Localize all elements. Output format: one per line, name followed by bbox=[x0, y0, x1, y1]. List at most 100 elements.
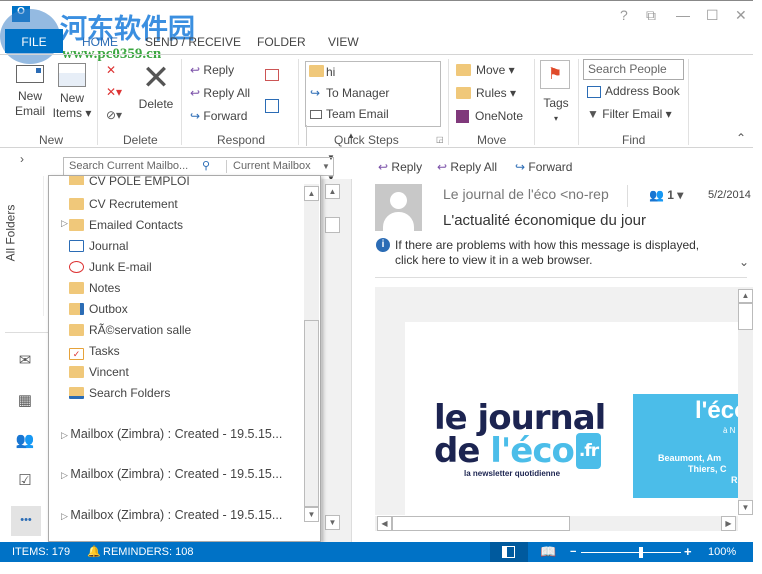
chevron-down-icon[interactable]: ▼ bbox=[322, 158, 330, 175]
expand-header-icon[interactable]: ⌄ bbox=[739, 255, 749, 269]
folder-item[interactable]: Notes bbox=[69, 278, 120, 298]
more-respond-icon[interactable] bbox=[265, 99, 279, 113]
status-bar: ITEMS: 179 🔔 REMINDERS: 108 📖 − + 100% bbox=[0, 542, 753, 562]
scroll-up-button[interactable]: ▲ bbox=[325, 184, 340, 199]
normal-view-button[interactable] bbox=[490, 542, 528, 562]
help-button[interactable]: ? bbox=[620, 7, 628, 23]
minimize-button[interactable]: — bbox=[676, 7, 690, 23]
scroll-up-button[interactable]: ▲ bbox=[304, 186, 319, 201]
journal-icon bbox=[69, 240, 84, 252]
scrollbar-thumb[interactable] bbox=[304, 320, 319, 507]
tasks-icon[interactable]: ☑ bbox=[14, 471, 36, 489]
scrollbar-thumb[interactable] bbox=[392, 516, 570, 531]
reply-button[interactable]: ↩ Reply bbox=[378, 160, 422, 174]
outlook-window: O 河东软件园 www.pc0359.cn ? ⧉ — ☐ ✕ FILE HOM… bbox=[0, 0, 753, 562]
reply-all-button[interactable]: ↩ Reply All bbox=[437, 160, 497, 174]
folder-scrollbar[interactable]: ▲ ▼ bbox=[304, 184, 319, 522]
cleanup-icon[interactable]: ✕▾ bbox=[106, 85, 122, 99]
reminders-count[interactable]: REMINDERS: 108 bbox=[103, 542, 193, 562]
meeting-reply-icon[interactable] bbox=[265, 69, 279, 81]
folder-item[interactable]: Junk E-mail bbox=[69, 257, 152, 277]
rules-button[interactable]: Rules ▾ bbox=[456, 86, 516, 100]
mailbox-item[interactable]: ▷ Mailbox (Zimbra) : Created - 19.5.15..… bbox=[61, 427, 282, 441]
zoom-slider[interactable] bbox=[581, 552, 681, 553]
zoom-in-button[interactable]: + bbox=[684, 542, 692, 562]
collapse-ribbon-icon[interactable]: ⌃ bbox=[736, 131, 746, 145]
reading-view-icon[interactable]: 📖 bbox=[540, 542, 556, 562]
folder-item[interactable]: RÃ©servation salle bbox=[69, 320, 191, 340]
zoom-out-button[interactable]: − bbox=[570, 542, 576, 562]
new-items-button[interactable]: New Items ▾ bbox=[52, 63, 92, 121]
scroll-right-button[interactable]: ▶ bbox=[721, 516, 736, 531]
tab-home[interactable]: HOME bbox=[82, 35, 118, 49]
folder-item[interactable]: Emailed Contacts bbox=[69, 215, 183, 235]
people-count-button[interactable]: 👥 1 ▾ bbox=[649, 188, 683, 202]
search-people-input[interactable]: Search People bbox=[583, 59, 684, 80]
tags-button[interactable]: ⚑ Tags ▾ bbox=[540, 60, 572, 126]
scroll-down-button[interactable]: ▼ bbox=[325, 515, 340, 530]
tab-file[interactable]: FILE bbox=[5, 29, 63, 53]
new-email-button[interactable]: New Email bbox=[10, 65, 50, 119]
newsletter-tagline: la newsletter quotidienne bbox=[464, 469, 561, 478]
zoom-level[interactable]: 100% bbox=[708, 542, 736, 562]
mailbox-item[interactable]: ▷ Mailbox (Zimbra) : Created - 19.5.15..… bbox=[61, 467, 282, 481]
reply-button[interactable]: ↩ Reply bbox=[190, 63, 234, 77]
folder-item[interactable]: CV POLE EMPLOI bbox=[69, 176, 190, 185]
people-icon[interactable]: 👥 bbox=[14, 431, 36, 449]
body-vertical-scrollbar[interactable]: ▲ ▼ bbox=[738, 287, 753, 515]
expand-icon[interactable]: ▷ bbox=[61, 218, 68, 229]
newsletter-banner[interactable]: l'éco à N Beaumont, Am Thiers, C R bbox=[633, 394, 738, 498]
sender-name[interactable]: Le journal de l'éco <no-rep bbox=[443, 186, 617, 202]
mail-icon[interactable]: ✉ bbox=[14, 351, 36, 369]
ribbon-display-button[interactable]: ⧉ bbox=[646, 7, 656, 24]
search-input[interactable]: Search Current Mailbo... bbox=[69, 158, 188, 175]
browser-view-infobar[interactable]: If there are problems with how this mess… bbox=[395, 238, 725, 268]
search-icon[interactable]: ⚲ bbox=[202, 158, 210, 175]
delete-button[interactable]: ✕ Delete bbox=[138, 61, 174, 112]
dialog-launcher-icon[interactable]: ◲ bbox=[436, 135, 444, 144]
quick-steps-scrollbar[interactable]: ▲▼▼ bbox=[306, 125, 355, 183]
filter-email-button[interactable]: ▼ Filter Email ▾ bbox=[587, 107, 672, 121]
scrollbar-thumb[interactable] bbox=[325, 217, 340, 233]
quick-step-team-email[interactable]: Team Email bbox=[306, 104, 440, 125]
folder-item[interactable]: Search Folders bbox=[69, 383, 170, 403]
scrollbar-thumb[interactable] bbox=[738, 303, 753, 330]
folder-item[interactable]: CV Recrutement bbox=[69, 194, 178, 214]
quick-step-hi[interactable]: hi bbox=[306, 62, 440, 83]
calendar-icon[interactable]: ▦ bbox=[14, 391, 36, 409]
tab-view[interactable]: VIEW bbox=[328, 35, 359, 49]
expand-folder-pane-icon[interactable]: › bbox=[20, 152, 24, 166]
folder-item[interactable]: Journal bbox=[69, 236, 128, 256]
reply-all-button[interactable]: ↩ Reply All bbox=[190, 86, 250, 100]
folder-item[interactable]: Vincent bbox=[69, 362, 129, 382]
ignore-icon[interactable]: ✕ bbox=[106, 63, 116, 77]
newsletter-logo-line1: le journal bbox=[434, 398, 606, 438]
scroll-left-button[interactable]: ◀ bbox=[377, 516, 392, 531]
onenote-button[interactable]: OneNote bbox=[456, 109, 523, 124]
items-count: ITEMS: 179 bbox=[12, 546, 71, 558]
all-folders-button[interactable]: All Folders bbox=[3, 176, 44, 316]
maximize-button[interactable]: ☐ bbox=[706, 7, 719, 24]
divider bbox=[375, 277, 747, 278]
quick-step-to-manager[interactable]: ↪ To Manager bbox=[306, 83, 440, 104]
divider bbox=[181, 59, 182, 145]
folder-item[interactable]: ✓ Tasks bbox=[69, 341, 120, 361]
search-box[interactable]: Search Current Mailbo... ⚲ Current Mailb… bbox=[63, 157, 334, 176]
search-scope-dropdown[interactable]: Current Mailbox bbox=[233, 158, 311, 175]
address-book-button[interactable]: Address Book bbox=[587, 84, 680, 98]
folder-item[interactable]: Outbox bbox=[69, 299, 128, 319]
move-button[interactable]: Move ▾ bbox=[456, 63, 515, 77]
scroll-down-button[interactable]: ▼ bbox=[304, 507, 319, 522]
tab-send-receive[interactable]: SEND / RECEIVE bbox=[145, 35, 241, 49]
scroll-up-button[interactable]: ▲ bbox=[738, 289, 753, 303]
more-nav-button[interactable]: ••• bbox=[11, 506, 41, 536]
forward-button[interactable]: ↪ Forward bbox=[190, 109, 247, 123]
mailbox-item[interactable]: ▷ Mailbox (Zimbra) : Created - 19.5.15..… bbox=[61, 508, 282, 522]
close-button[interactable]: ✕ bbox=[735, 7, 747, 24]
scroll-down-button[interactable]: ▼ bbox=[738, 500, 753, 515]
forward-button[interactable]: ↪ Forward bbox=[515, 160, 572, 174]
tab-folder[interactable]: FOLDER bbox=[257, 35, 306, 49]
junk-icon[interactable]: ⊘▾ bbox=[106, 108, 122, 122]
zoom-slider-thumb[interactable] bbox=[639, 547, 643, 558]
body-horizontal-scrollbar[interactable]: ◀ ▶ bbox=[375, 516, 738, 531]
